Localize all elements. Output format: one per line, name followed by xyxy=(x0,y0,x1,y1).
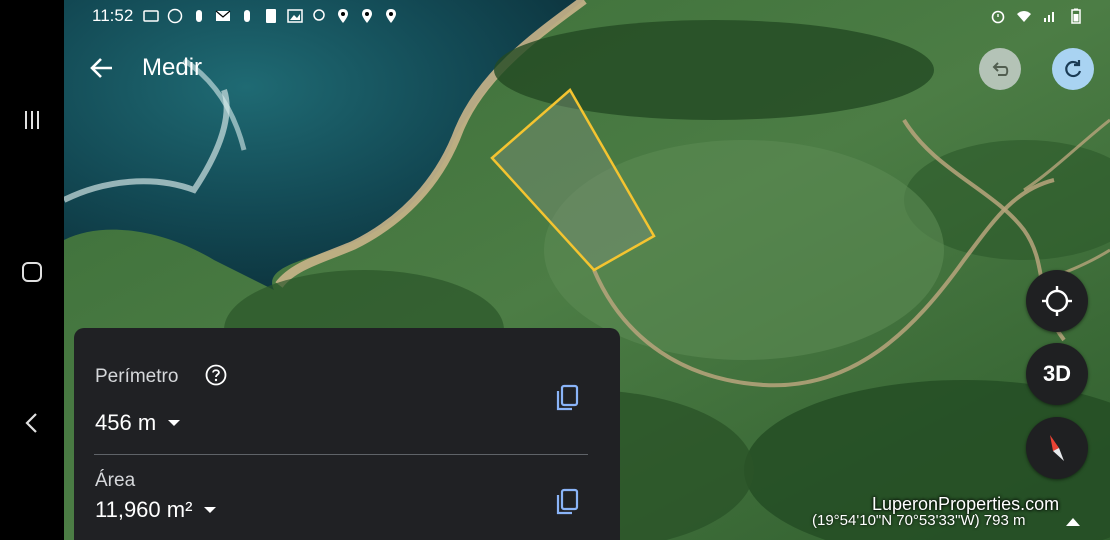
measure-panel: Perímetro 456 m Área 11,960 m² xyxy=(74,328,620,540)
my-location-icon xyxy=(1042,286,1072,316)
perimeter-label: Perímetro xyxy=(95,366,179,387)
redo-button[interactable] xyxy=(1052,48,1094,90)
system-nav-bar xyxy=(0,0,64,540)
location-pin-icon xyxy=(362,9,373,23)
arrow-back-icon xyxy=(90,58,112,78)
dropdown-caret-icon xyxy=(168,420,181,426)
whatsapp-icon xyxy=(168,8,183,24)
copy-perimeter-button[interactable] xyxy=(554,384,580,412)
copy-area-button[interactable] xyxy=(554,488,580,516)
area-value: 11,960 m² xyxy=(95,497,193,522)
page-title: Medir xyxy=(142,54,203,81)
home-button[interactable] xyxy=(0,252,64,292)
battery-icon xyxy=(1071,8,1081,24)
system-back-button[interactable] xyxy=(0,403,64,443)
status-bar: 11:52 xyxy=(64,0,1110,32)
location-pin-icon xyxy=(338,9,349,23)
coordinates-readout: (19°54'10"N 70°53'33"W) 793 m xyxy=(812,512,1026,529)
notification-icon xyxy=(244,10,251,22)
area-label: Área xyxy=(95,470,136,491)
signal-icon xyxy=(1044,12,1054,22)
undo-button[interactable] xyxy=(979,48,1021,90)
perimeter-value: 456 m xyxy=(95,410,157,435)
dropdown-caret-icon xyxy=(204,507,217,513)
compass-icon xyxy=(1050,435,1064,461)
location-share-icon xyxy=(313,9,326,21)
expand-button[interactable] xyxy=(1066,514,1080,526)
help-app-icon xyxy=(266,9,277,23)
copy-icon xyxy=(556,488,579,515)
help-circle-icon xyxy=(205,364,227,386)
chevron-left-icon xyxy=(25,413,37,433)
help-button[interactable] xyxy=(205,364,227,386)
image-icon xyxy=(287,9,304,23)
3d-toggle-button[interactable]: 3D xyxy=(1026,343,1088,405)
undo-icon xyxy=(992,62,1009,76)
my-location-button[interactable] xyxy=(1026,270,1088,332)
recent-apps-icon xyxy=(25,111,39,129)
wifi-icon xyxy=(1017,11,1031,22)
home-icon xyxy=(22,262,42,282)
area-value-selector[interactable]: 11,960 m² xyxy=(95,497,217,523)
system-status-icons xyxy=(990,8,1084,24)
cast-icon xyxy=(143,10,160,22)
location-pin-icon xyxy=(386,9,397,23)
recent-apps-button[interactable] xyxy=(0,100,64,140)
notification-icons xyxy=(143,8,399,24)
compass-button[interactable] xyxy=(1026,417,1088,479)
status-time: 11:52 xyxy=(92,6,134,25)
alarm-icon xyxy=(991,10,1005,24)
triangle-up-icon xyxy=(1066,518,1080,526)
panel-divider xyxy=(94,454,588,455)
perimeter-value-selector[interactable]: 456 m xyxy=(95,410,181,436)
copy-icon xyxy=(556,384,579,411)
notification-icon xyxy=(196,10,203,22)
mail-icon xyxy=(215,10,231,21)
back-button[interactable] xyxy=(86,52,118,84)
redo-icon xyxy=(1065,60,1082,78)
